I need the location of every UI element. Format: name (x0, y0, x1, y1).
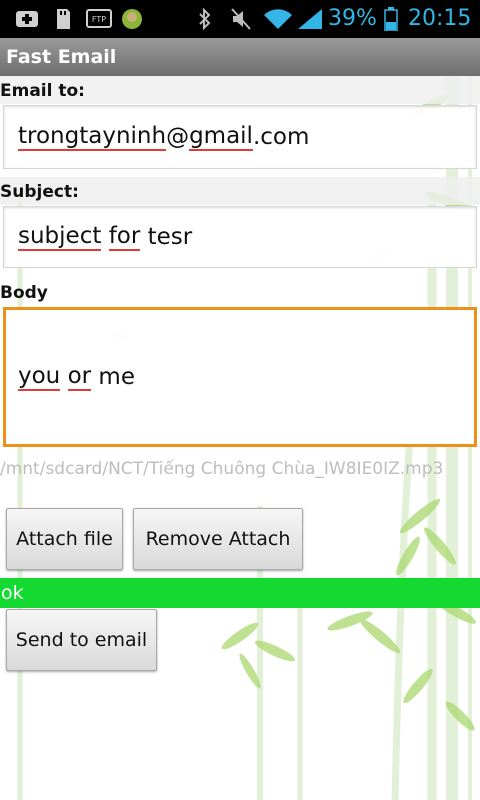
email-form: Email to: trongtayninh @ gmail .com Subject… (0, 76, 480, 800)
body-word-2: or (67, 363, 92, 391)
email-to-label: Email to: (0, 76, 480, 104)
clock: 20:15 (408, 6, 472, 31)
send-to-email-label: Send to email (15, 629, 148, 651)
signal-icon (298, 9, 322, 29)
battery-percent: 39% (328, 6, 377, 31)
battery-icon (384, 7, 398, 31)
attach-file-label: Attach file (16, 528, 113, 550)
status-bar: FTP 39% 20:15 (0, 0, 480, 38)
status-message: ok (1, 582, 24, 604)
body-word-1: you (18, 363, 61, 391)
email-word-1: trongtayninh (18, 123, 167, 151)
remove-attach-label: Remove Attach (145, 528, 291, 550)
body-textarea[interactable]: you or me (3, 307, 477, 447)
body-word-3: me (98, 364, 135, 390)
ftp-icon: FTP (86, 9, 112, 28)
send-to-email-button[interactable]: Send to email (6, 609, 157, 671)
subject-word-2: for (108, 223, 141, 251)
svg-text:FTP: FTP (92, 15, 106, 24)
subject-label: Subject: (0, 177, 480, 205)
body-label: Body (0, 283, 48, 303)
bluetooth-icon (199, 7, 211, 31)
email-word-4: .com (252, 124, 310, 150)
attachment-path: /mnt/sdcard/NCT/Tiếng Chuông Chùa_IW8IE0… (0, 459, 444, 479)
email-word-2: @ (166, 124, 190, 150)
mute-icon (231, 8, 251, 30)
wifi-icon (264, 9, 292, 29)
attach-file-button[interactable]: Attach file (6, 508, 123, 570)
email-to-input[interactable]: trongtayninh @ gmail .com (3, 105, 477, 169)
android-icon (122, 9, 142, 29)
subject-input[interactable]: subject for tesr (3, 206, 477, 268)
app-title: Fast Email (6, 46, 117, 68)
subject-word-3: tesr (147, 224, 193, 250)
subject-word-1: subject (18, 223, 102, 251)
add-notification-icon (16, 11, 38, 27)
app-title-bar: Fast Email (0, 38, 480, 76)
status-message-bar: ok (0, 578, 480, 608)
email-word-3: gmail (189, 123, 253, 151)
remove-attach-button[interactable]: Remove Attach (133, 508, 303, 570)
sd-card-icon (57, 9, 70, 29)
